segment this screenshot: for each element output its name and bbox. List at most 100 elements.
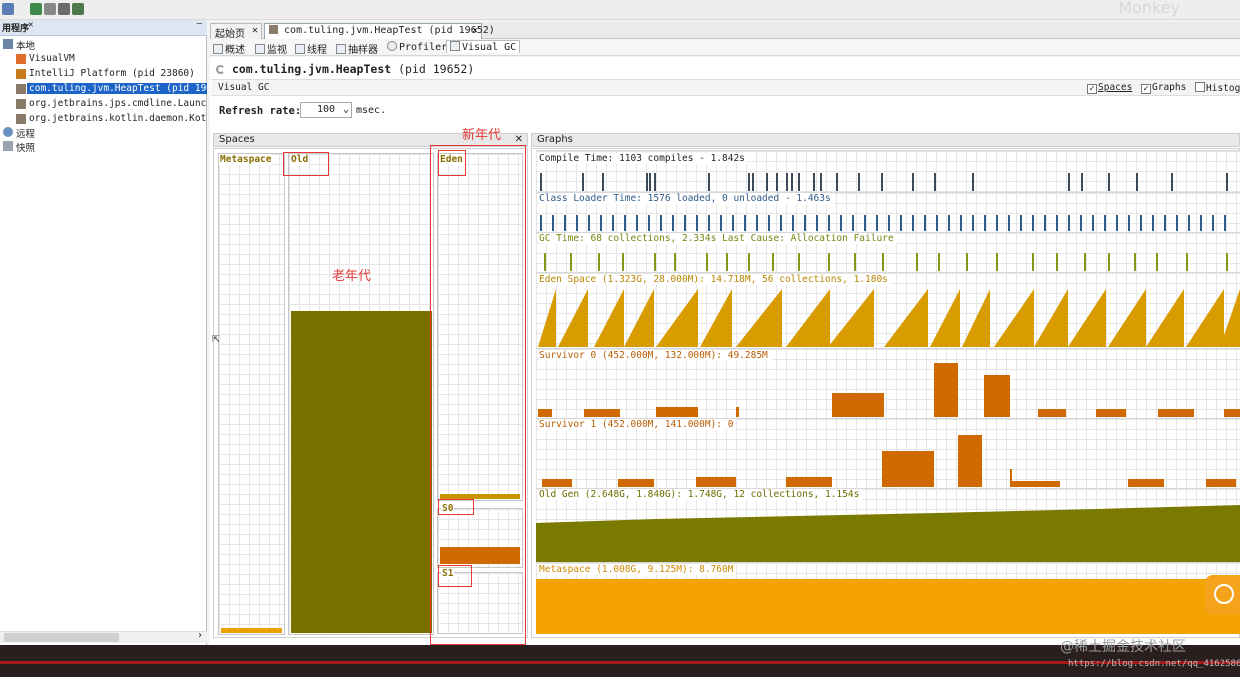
gc-spike (828, 253, 830, 271)
minimize-icon[interactable]: — (197, 19, 202, 29)
class-loader-spike (684, 215, 686, 231)
tree-label: 本地 (16, 41, 36, 52)
gc-spike (916, 253, 918, 271)
tab-monitor[interactable]: 监视 (255, 41, 287, 56)
heapdump-icon[interactable] (58, 3, 70, 15)
tab-visual-gc[interactable]: Visual GC (446, 40, 521, 53)
gc-spike (1134, 253, 1136, 271)
eden-sawtooth (884, 289, 928, 347)
spaces-title: Spaces (219, 134, 255, 145)
eden-sawtooth (1108, 289, 1146, 347)
class-loader-spike (732, 215, 734, 231)
tab-profiler[interactable]: Profiler (387, 41, 447, 53)
tab-start-page[interactable]: 起始页 ✕ (210, 23, 262, 40)
play-button[interactable] (1205, 575, 1240, 615)
compile-spike (881, 173, 883, 191)
gc-spike (1156, 253, 1158, 271)
tree-node-jps[interactable]: org.jetbrains.jps.cmdline.Launche (0, 97, 207, 112)
compile-spike (813, 173, 815, 191)
class-loader-spike (1092, 215, 1094, 231)
horizontal-scrollbar[interactable]: › (0, 630, 207, 643)
tab-overview[interactable]: 概述 (213, 41, 245, 56)
class-loader-spike (540, 215, 542, 231)
gc-spike (854, 253, 856, 271)
gc-time-label: GC Time: 68 collections, 2.334s Last Cau… (539, 233, 897, 244)
survivor0-bar (1158, 409, 1194, 417)
coredump-icon[interactable] (72, 3, 84, 15)
gc-spike (748, 253, 750, 271)
overview-icon (213, 44, 223, 54)
class-loader-spike (1212, 215, 1214, 231)
class-loader-spike (936, 215, 938, 231)
compile-spike (791, 173, 793, 191)
eden-sawtooth (700, 289, 732, 347)
gc-spike (1186, 253, 1188, 271)
tree-node-local[interactable]: 本地 (0, 37, 207, 52)
class-loader-spike (960, 215, 962, 231)
tree-node-remote[interactable]: 远程 (0, 125, 207, 140)
eden-sawtooth (930, 289, 960, 347)
snapshot-icon[interactable] (44, 3, 56, 15)
gc-spike (654, 253, 656, 271)
snapshot-icon (3, 141, 13, 151)
class-loader-spike (1032, 215, 1034, 231)
tab-label: 抽样器 (348, 45, 378, 56)
class-loader-spike (900, 215, 902, 231)
scroll-right-icon[interactable]: › (197, 630, 203, 641)
survivor0-bar (1224, 409, 1240, 417)
compile-spike (972, 173, 974, 191)
top-watermark: Monkey (1118, 0, 1180, 17)
class-loader-spike (912, 215, 914, 231)
profiler-icon (387, 41, 397, 51)
refresh-rate-select[interactable]: 100 ⌄ (300, 102, 352, 118)
tree-node-heaptest[interactable]: com.tuling.jvm.HeapTest (pid 1965 (0, 82, 207, 97)
graphs-panel-header: Graphs (531, 133, 1240, 147)
gc-spike (798, 253, 800, 271)
eden-sawtooth (736, 289, 782, 347)
class-loader-spike (1020, 215, 1022, 231)
tab-threads[interactable]: 线程 (295, 41, 327, 56)
histogram-checkbox[interactable]: Histog (1195, 82, 1240, 94)
open-icon[interactable] (2, 3, 14, 15)
close-icon[interactable]: ✕ (252, 25, 258, 36)
tab-heaptest[interactable]: com.tuling.jvm.HeapTest (pid 19652) ✕ (264, 23, 495, 39)
compile-spike (649, 173, 651, 191)
java-icon (16, 99, 26, 109)
metaspace-space (218, 153, 285, 635)
tree-label: VisualVM (29, 53, 75, 64)
compile-spike (798, 173, 800, 191)
old-highlight-box (283, 152, 329, 176)
tab-label: Visual GC (462, 42, 517, 53)
scrollbar-thumb[interactable] (4, 633, 119, 642)
eden-sawtooth (828, 289, 874, 347)
tab-sampler[interactable]: 抽样器 (336, 41, 378, 56)
gc-spike (1226, 253, 1228, 271)
eden-sawtooth (1034, 289, 1068, 347)
compile-spike (646, 173, 648, 191)
gc-spike (1056, 253, 1058, 271)
tree-node-intellij[interactable]: IntelliJ Platform (pid 23860) (0, 67, 207, 82)
close-icon[interactable]: ✕ (472, 25, 478, 36)
tree-node-snapshots[interactable]: 快照 (0, 139, 207, 154)
bottom-url: https://blog.csdn.net/qq_41625866 (1068, 659, 1240, 669)
class-loader-spike (840, 215, 842, 231)
compile-spike (1136, 173, 1138, 191)
add-jmx-icon[interactable] (30, 3, 42, 15)
graphs-checkbox[interactable]: ✓ Graphs (1141, 82, 1186, 94)
spaces-checkbox[interactable]: ✓ Spaces (1087, 82, 1132, 94)
class-loader-spike (996, 215, 998, 231)
survivor0-bar (584, 409, 620, 417)
document-tabs: 起始页 ✕ com.tuling.jvm.HeapTest (pid 19652… (210, 22, 1240, 40)
play-icon (1214, 584, 1234, 604)
survivor0-bar (832, 393, 884, 417)
old-gen-label: Old Gen (2.648G, 1.840G): 1.748G, 12 col… (539, 489, 863, 500)
tree-label: IntelliJ Platform (pid 23860) (29, 68, 195, 79)
old-gen-area (536, 505, 1240, 562)
class-loader-spike (672, 215, 674, 231)
close-icon[interactable]: ✕ (28, 20, 33, 30)
survivor1-bar (1128, 479, 1164, 487)
globe-icon (3, 127, 13, 137)
refresh-rate-value: 100 (316, 104, 336, 115)
tree-node-visualvm[interactable]: VisualVM (0, 52, 207, 67)
survivor0-bar (736, 407, 739, 417)
